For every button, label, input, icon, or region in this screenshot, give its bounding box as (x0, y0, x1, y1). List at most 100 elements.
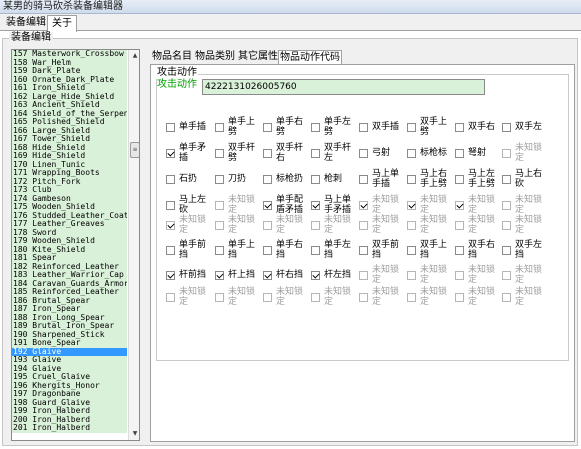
checkbox-unchecked[interactable] (166, 201, 175, 210)
list-item[interactable]: 164 Shield_of_the_Serpent (12, 109, 127, 118)
checkbox-unchecked[interactable] (215, 149, 224, 158)
action-checkbox[interactable]: 马上右手上劈 (407, 169, 455, 195)
list-item[interactable]: 198 Guard_Glaive (12, 398, 127, 407)
action-checkbox[interactable]: 枪刺 (311, 169, 359, 195)
list-item[interactable]: 170 Linen_Tunic (12, 160, 127, 169)
menu-tab-equipment-edit[interactable]: 装备编辑 (2, 15, 50, 31)
list-item[interactable]: 187 Iron_Spear (12, 305, 127, 314)
checkbox-unchecked[interactable] (359, 123, 368, 132)
list-item[interactable]: 183 Leather_Warrior_Cap (12, 271, 127, 280)
list-item[interactable]: 174 Gambeson (12, 194, 127, 203)
checkbox-unchecked[interactable] (263, 149, 272, 158)
list-item[interactable]: 189 Brutal_Iron_Spear (12, 322, 127, 331)
list-item[interactable]: 171 Wrapping_Boots (12, 169, 127, 178)
checkbox-unchecked[interactable] (502, 175, 511, 184)
list-item[interactable]: 200 Iron_Halberd (12, 415, 127, 424)
list-item[interactable]: 181 Spear (12, 254, 127, 263)
list-item[interactable]: 199 Iron_Halberd (12, 407, 127, 416)
list-item[interactable]: 158 War_Helm (12, 58, 127, 67)
list-item[interactable]: 179 Wooden_Shield (12, 237, 127, 246)
list-item[interactable]: 159 Dark_Plate (12, 67, 127, 76)
scrollbar-thumb[interactable]: ≡ (130, 142, 139, 158)
checkbox-unchecked[interactable] (407, 175, 416, 184)
checkbox-unchecked[interactable] (407, 149, 416, 158)
list-item[interactable]: 176 Studded_Leather_Coat (12, 211, 127, 220)
action-checkbox[interactable]: 双手右挡 (455, 240, 503, 266)
list-item[interactable]: 177 Leather_Greaves (12, 220, 127, 229)
checkbox-unchecked[interactable] (311, 175, 320, 184)
list-item[interactable]: 182 Reinforced_Leather (12, 262, 127, 271)
list-item[interactable]: 160 Ornate_Dark_Plate (12, 75, 127, 84)
scroll-up-arrow-icon[interactable]: ▲ (129, 50, 139, 62)
action-checkbox[interactable]: 刀扔 (215, 169, 263, 195)
action-checkbox[interactable]: 单手上劈 (215, 117, 263, 143)
action-checkbox[interactable]: 马上单手插 (359, 169, 407, 195)
checkbox-unchecked[interactable] (502, 246, 511, 255)
checkbox-unchecked[interactable] (311, 246, 320, 255)
action-checkbox[interactable]: 单手右挡 (263, 240, 311, 266)
checkbox-unchecked[interactable] (359, 149, 368, 158)
list-item[interactable]: 162 Large_Hide_Shield (12, 92, 127, 101)
action-checkbox[interactable]: 双手左 (502, 117, 576, 143)
checkbox-unchecked[interactable] (311, 123, 320, 132)
action-checkbox[interactable]: 标枪扔 (263, 169, 311, 195)
list-item[interactable]: 196 Khergits_Honor (12, 381, 127, 390)
tab-other-attributes[interactable]: 其它属性 (237, 50, 279, 65)
checkbox-unchecked[interactable] (407, 246, 416, 255)
tab-item-category[interactable]: 物品类别 (194, 50, 236, 65)
action-checkbox[interactable]: 单手矛插 (166, 143, 214, 169)
list-item[interactable]: 167 Tower_Shield (12, 135, 127, 144)
action-checkbox[interactable]: 弓射 (359, 143, 407, 169)
list-item[interactable]: 195 Cruel_Glaive (12, 373, 127, 382)
checkbox-unchecked[interactable] (311, 149, 320, 158)
action-checkbox[interactable]: 弩射 (455, 143, 503, 169)
checkbox-unchecked[interactable] (455, 149, 464, 158)
list-scrollbar[interactable]: ▲ ≡ ▼ (128, 50, 139, 440)
checkbox-unchecked[interactable] (166, 123, 175, 132)
checkbox-unchecked[interactable] (166, 246, 175, 255)
list-item[interactable]: 178 Sword (12, 228, 127, 237)
list-item[interactable]: 184 Caravan_Guards_Armor (12, 279, 127, 288)
tab-action-code[interactable]: 物品动作代码 (278, 50, 342, 65)
list-item[interactable]: 188 Iron_Long_Spear (12, 313, 127, 322)
list-item[interactable]: 180 Kite_Shield (12, 245, 127, 254)
list-item[interactable]: 169 Hide_Shield (12, 152, 127, 161)
checkbox-checked[interactable] (215, 271, 224, 280)
action-checkbox[interactable]: 单手右劈 (263, 117, 311, 143)
item-listbox[interactable]: 157 Masterwork_Crossbow 158 War_Helm 159 D… (11, 49, 140, 441)
action-checkbox[interactable]: 石扔 (166, 169, 214, 195)
action-checkbox[interactable]: 单手上挡 (215, 240, 263, 266)
checkbox-checked[interactable] (311, 201, 320, 210)
action-checkbox[interactable]: 双手插 (359, 117, 407, 143)
checkbox-unchecked[interactable] (215, 246, 224, 255)
action-checkbox[interactable]: 单手插 (166, 117, 214, 143)
list-item[interactable]: 172 Pitch_Fork (12, 177, 127, 186)
list-item[interactable]: 186 Brutal_Spear (12, 296, 127, 305)
action-checkbox[interactable]: 单手左挡 (311, 240, 359, 266)
checkbox-unchecked[interactable] (263, 246, 272, 255)
list-item[interactable]: 173 Club (12, 186, 127, 195)
action-checkbox[interactable]: 双手杆劈 (215, 143, 263, 169)
action-checkbox[interactable]: 马上右砍 (502, 169, 576, 195)
checkbox-checked[interactable] (311, 271, 320, 280)
list-item[interactable]: 197 Dragonbane (12, 390, 127, 399)
list-item[interactable]: 165 Polished_Shield (12, 118, 127, 127)
checkbox-checked[interactable] (263, 201, 272, 210)
action-checkbox[interactable]: 双手左挡 (502, 240, 576, 266)
list-item[interactable]: 175 Wooden_Shield (12, 203, 127, 212)
action-checkbox[interactable]: 单手前挡 (166, 240, 214, 266)
list-item[interactable]: 192 Glaive (12, 347, 127, 356)
action-checkbox[interactable]: 马上左手上劈 (455, 169, 503, 195)
checkbox-unchecked[interactable] (166, 175, 175, 184)
checkbox-checked[interactable] (263, 271, 272, 280)
checkbox-unchecked[interactable] (359, 246, 368, 255)
list-item[interactable]: 161 Iron_Shield (12, 84, 127, 93)
list-item[interactable]: 168 Hide_Shield (12, 143, 127, 152)
action-checkbox[interactable]: 标枪标 (407, 143, 455, 169)
checkbox-unchecked[interactable] (359, 175, 368, 184)
checkbox-unchecked[interactable] (455, 175, 464, 184)
checkbox-checked[interactable] (166, 149, 175, 158)
attack-code-field[interactable]: 4222131026005760 (202, 79, 485, 95)
action-checkbox[interactable]: 双手右 (455, 117, 503, 143)
action-checkbox[interactable]: 双手杆左 (311, 143, 359, 169)
